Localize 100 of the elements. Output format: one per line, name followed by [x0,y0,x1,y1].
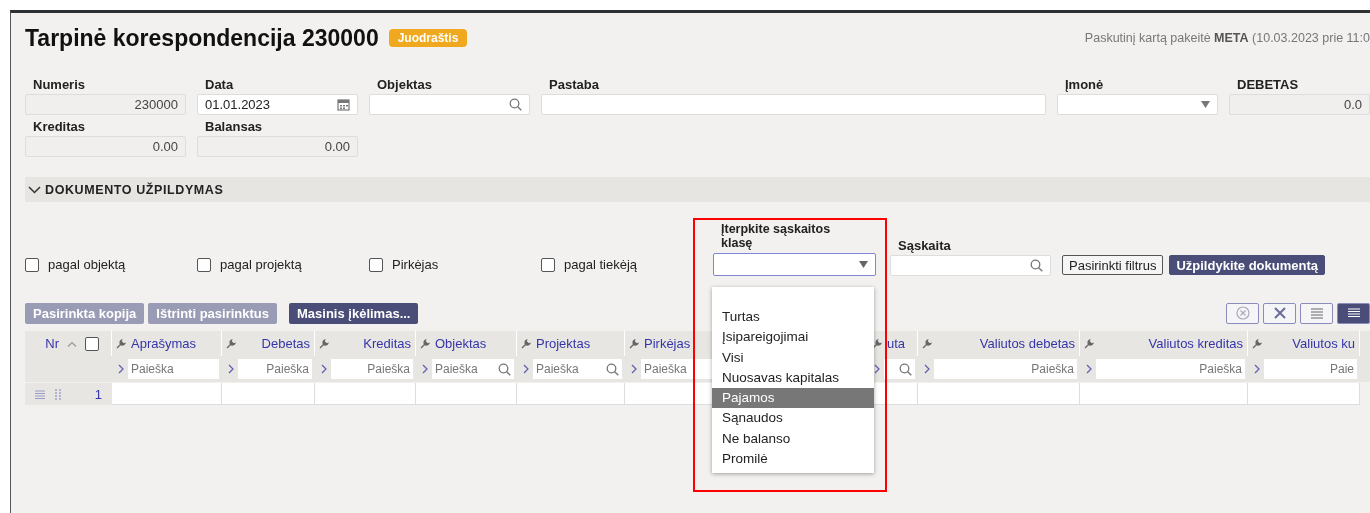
field-label: Įterpkite sąskaitos klasę [720,222,832,250]
action-button[interactable]: Masinis įkėlimas... [289,302,419,324]
column-search-field[interactable]: Paieška [533,359,622,379]
text-field[interactable] [541,94,1046,115]
filter-button[interactable]: Pasirinkti filtrus [1062,255,1164,275]
select-field[interactable] [713,253,876,276]
column-header[interactable]: Objektas [435,336,487,351]
column-search-field[interactable]: Paieška [1096,359,1245,379]
wrench-icon[interactable] [319,338,329,349]
chevron-right-icon[interactable] [1254,364,1260,374]
chevron-right-icon[interactable] [924,364,930,374]
search-icon[interactable] [899,362,912,376]
column-search-field[interactable]: Paieška [128,359,219,379]
dropdown-option[interactable]: Nuosavas kapitalas [712,367,874,389]
checkbox[interactable] [25,257,39,272]
column-search-field[interactable]: Paie [1264,359,1357,379]
excel-icon[interactable] [1273,307,1286,319]
column-search-field[interactable]: Paieška [238,359,312,379]
table-cell[interactable] [1248,383,1360,405]
search-icon[interactable] [498,362,511,376]
field-label: Objektas [376,77,433,94]
chevron-right-icon[interactable] [631,364,637,374]
dropdown-option[interactable]: Įsipareigojimai [712,327,874,348]
checkbox[interactable] [541,257,555,272]
drag-handle-icon[interactable] [55,388,61,400]
field-label: Įmonė [1064,77,1105,94]
checkbox-label: pagal objektą [48,257,126,272]
column-search-field[interactable]: Paieška [934,359,1077,379]
table-cell[interactable] [112,383,222,405]
dropdown-arrow-icon[interactable] [1201,101,1210,108]
row-number: 1 [94,386,102,402]
excel-export-button[interactable] [1263,302,1296,324]
column-search-field[interactable]: Paieška [432,359,514,379]
clear-filter-button[interactable] [1226,302,1259,324]
column-header[interactable]: Aprašymas [131,336,197,351]
page-title: Tarpinė korespondencija 230000 [25,24,379,52]
column-header[interactable]: Valiutos ku [1292,336,1355,351]
table-cell[interactable] [517,383,625,405]
search-icon[interactable] [1030,259,1043,272]
wrench-icon[interactable] [872,338,882,349]
column-header[interactable]: Projektas [536,336,591,351]
dropdown-option[interactable]: Pajamos [712,388,874,409]
field-label: Balansas [204,119,264,136]
select-all-checkbox[interactable] [85,336,99,351]
fill-document-button[interactable]: Užpildykite dokumentą [1169,255,1325,275]
wrench-icon[interactable] [116,338,126,349]
chevron-right-icon[interactable] [118,364,124,374]
chevron-right-icon[interactable] [422,364,428,374]
column-header[interactable]: Nr [45,336,59,351]
table-cell[interactable] [222,383,315,405]
field-label: Pastaba [548,77,600,94]
search-icon[interactable] [509,98,522,111]
wrench-icon[interactable] [420,338,430,349]
field-label: DEBETAS [1236,77,1300,94]
readonly-field: 230000 [25,94,186,115]
readonly-field: 0.00 [197,136,358,157]
column-search-field[interactable] [884,359,915,379]
column-header[interactable]: uta [887,336,906,351]
last-modified-text: Paskutinį kartą pakeitė META (10.03.2023 prie 11:0 [1084,31,1370,45]
dropdown-option[interactable]: Ne balanso [712,428,874,450]
wrench-icon[interactable] [629,338,639,349]
chevron-right-icon[interactable] [228,364,234,374]
field-label: Data [204,77,235,94]
date-field[interactable]: 01.01.2023 [197,94,358,115]
checkbox[interactable] [197,257,211,272]
wrench-icon[interactable] [1084,338,1094,349]
column-header[interactable]: Valiutos debetas [979,336,1075,351]
chevron-right-icon[interactable] [321,364,327,374]
section-header[interactable]: DOKUMENTO UŽPILDYMAS [25,177,1370,202]
search-field[interactable] [369,94,530,115]
search-field[interactable] [890,255,1051,276]
checkbox[interactable] [369,257,383,272]
table-cell[interactable] [315,383,416,405]
table-cell[interactable] [918,383,1080,405]
wrench-icon[interactable] [1252,338,1262,349]
dropdown-arrow-icon[interactable] [859,261,868,268]
field-label: Numeris [32,77,87,94]
column-header[interactable]: Kreditas [363,336,411,351]
wrench-icon[interactable] [226,338,236,349]
table-cell[interactable] [416,383,517,405]
table-cell[interactable] [1080,383,1248,405]
column-search-field[interactable]: Paieška [331,359,413,379]
checkbox-label: pagal projektą [220,257,302,272]
dropdown-option[interactable]: Promilė [712,449,874,470]
column-header[interactable]: Valiutos kreditas [1148,336,1243,351]
compact-list-icon[interactable] [1347,307,1360,319]
calendar-icon[interactable] [337,98,350,111]
compact-view-button[interactable] [1337,302,1370,324]
chevron-right-icon[interactable] [1086,364,1092,374]
column-header[interactable]: Pirkėjas [644,336,691,351]
wrench-icon[interactable] [521,338,531,349]
field-label: Sąskaita [897,238,952,255]
column-header[interactable]: Debetas [261,336,310,351]
dropdown-option[interactable]: Turtas [712,307,874,328]
search-icon[interactable] [606,362,619,376]
chevron-down-icon[interactable] [28,185,41,194]
dropdown-option[interactable]: Visi [712,347,874,368]
wrench-icon[interactable] [922,338,932,349]
dropdown-option[interactable]: Sąnaudos [712,408,874,429]
chevron-right-icon[interactable] [523,364,529,374]
